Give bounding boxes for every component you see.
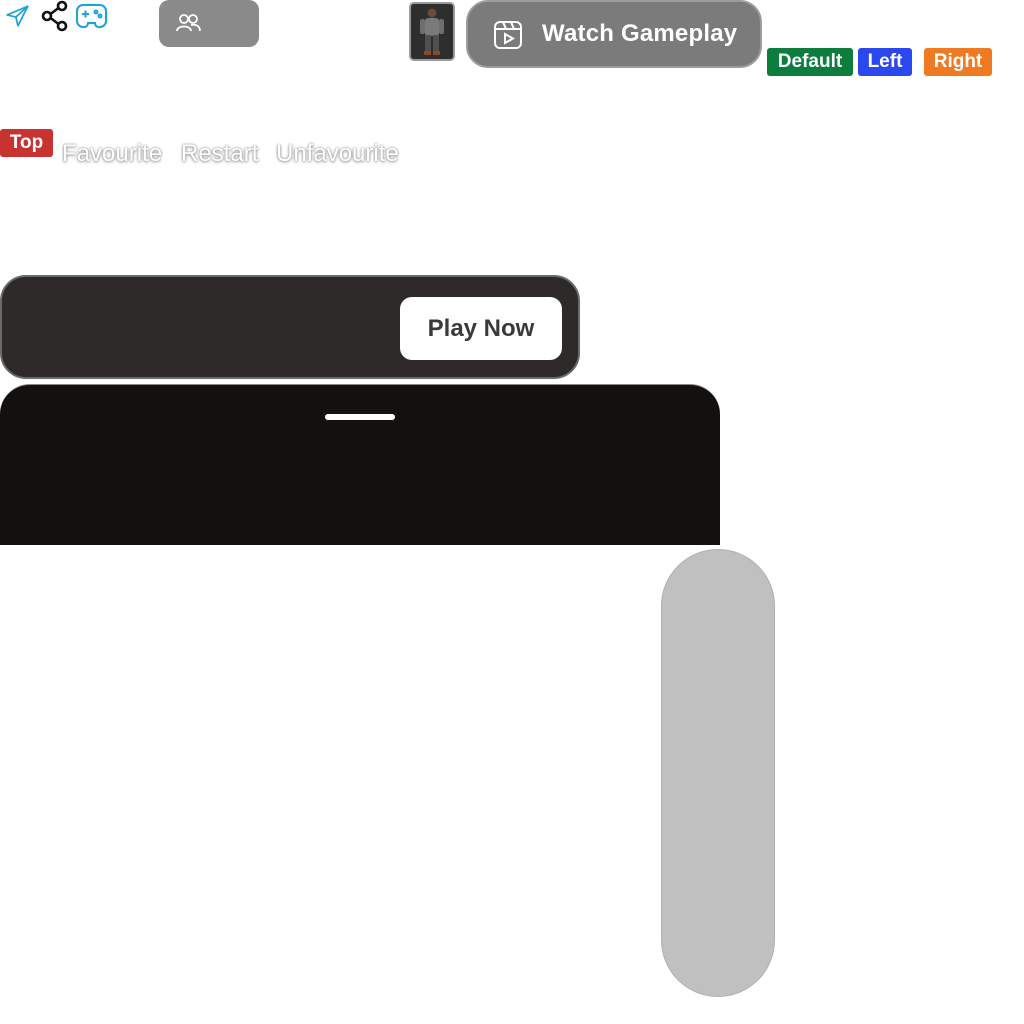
tag-top[interactable]: Top — [0, 129, 53, 157]
share-icon[interactable] — [40, 0, 70, 37]
send-icon[interactable] — [5, 3, 31, 34]
watch-gameplay-label: Watch Gameplay — [542, 20, 738, 47]
tag-right[interactable]: Right — [924, 48, 992, 76]
tag-left[interactable]: Left — [858, 48, 912, 76]
play-now-button[interactable]: Play Now — [400, 297, 562, 360]
gamepad-icon[interactable] — [75, 2, 108, 35]
restart-button[interactable]: Restart — [181, 140, 258, 168]
people-button[interactable] — [159, 0, 259, 47]
scroll-thumb[interactable] — [661, 549, 775, 997]
favourite-button[interactable]: Favourite — [62, 140, 162, 168]
character-avatar[interactable] — [409, 2, 455, 61]
people-icon — [176, 14, 201, 32]
bottom-sheet — [0, 384, 720, 545]
sheet-drag-handle[interactable] — [325, 414, 395, 420]
character-figure-icon — [411, 4, 453, 59]
video-play-icon — [494, 21, 522, 49]
unfavourite-button[interactable]: Unfavourite — [276, 140, 399, 168]
tag-default[interactable]: Default — [767, 48, 853, 76]
play-bar: Play Now — [0, 275, 580, 379]
watch-gameplay-button[interactable]: Watch Gameplay — [466, 0, 762, 68]
